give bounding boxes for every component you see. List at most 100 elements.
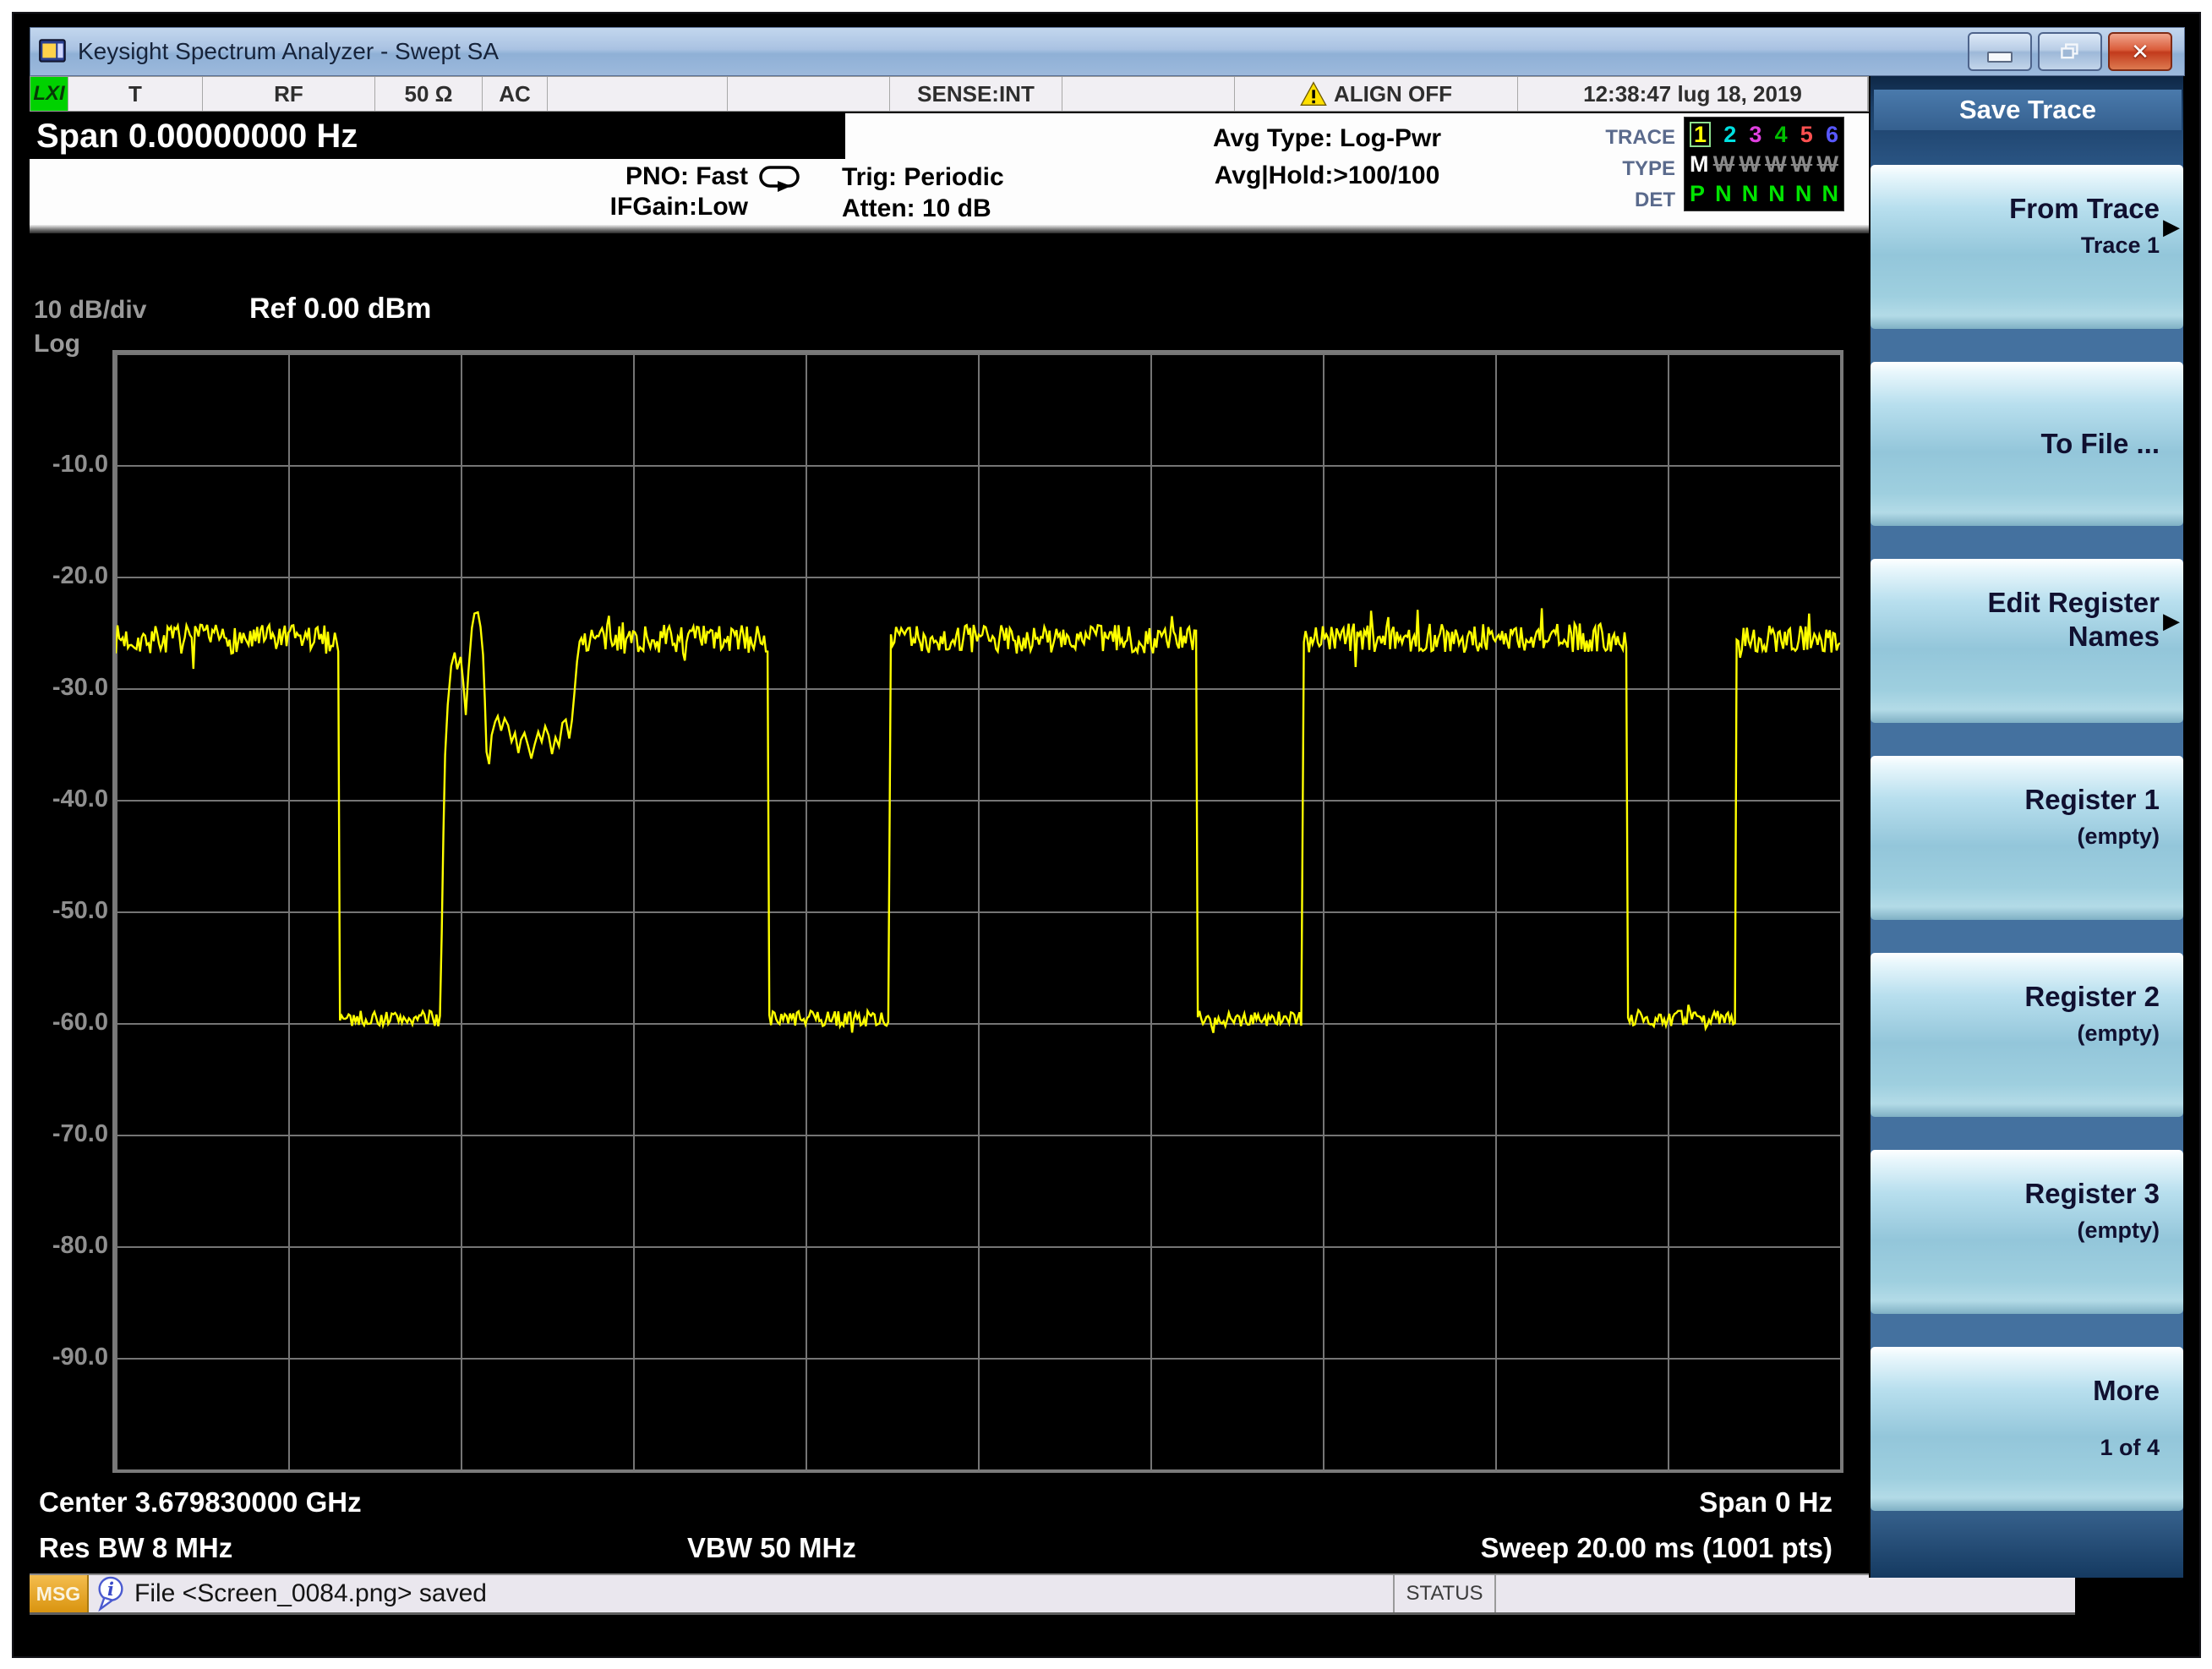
minimize-button[interactable] [1968,32,2032,71]
legend-item-type-w: W [1790,150,1813,177]
softkey-register-1[interactable]: Register 1 (empty) [1871,756,2183,920]
softkey-register-3[interactable]: Register 3 (empty) [1871,1150,2183,1314]
status-cell-t: T [68,77,203,111]
meas-bar-shadow [30,225,1869,233]
trace-legend-box: 123456MWWWWWPNNNNN [1684,117,1844,211]
restore-icon [2061,43,2078,59]
msg-badge: MSG [30,1575,89,1612]
softkey-label: Register 2 [2024,981,2160,1012]
submenu-arrow-icon: ▶ [2163,608,2180,633]
softkey-label: Edit Register [1987,587,2160,618]
restore-button[interactable] [2038,32,2102,71]
status-cell-sense-int: SENSE:INT [890,77,1062,111]
res-bw-label: Res BW 8 MHz [39,1532,233,1563]
softkey-sublabel: Trace 1 [2080,233,2160,258]
avg-block: Avg Type: Log-Pwr Avg|Hold:>100/100 [1150,120,1505,194]
warning-icon [1300,81,1327,106]
continuous-sweep-icon [759,166,800,192]
avg-hold-label: Avg|Hold:>100/100 [1214,161,1440,189]
sweep-label: Sweep 20.00 ms (1001 pts) [1480,1532,1832,1563]
svg-text:i: i [107,1579,114,1600]
legend-item-trace-4: 4 [1774,121,1788,147]
status-cell-ac: AC [483,77,548,111]
avg-type-label: Avg Type: Log-Pwr [1213,124,1441,152]
info-icon: i [98,1576,123,1612]
atten-label: Atten: 10 dB [842,194,991,222]
window-controls: ✕ [1968,32,2184,71]
status-bar: LXI T RF 50 Ω AC SENSE:INT ALIGN OFF 12:38:47 l… [30,76,1869,112]
softkey-sublabel: (empty) [2077,1218,2160,1243]
softkey-sublabel: (empty) [2077,1021,2160,1046]
legend-label-det: DET [1635,189,1675,211]
menu-title: Save Trace [1874,90,2182,130]
scale-label: 10 dB/div [34,296,147,324]
softkey-sublabel: 1 of 4 [2100,1435,2160,1460]
legend-item-det-n: N [1715,181,1732,207]
legend-row-det: PNNNNN [1690,181,1838,206]
vbw-label: VBW 50 MHz [687,1532,856,1563]
legend-item-trace-5: 5 [1800,121,1813,147]
pno-label: PNO: Fast [625,162,748,190]
softkey-label: More [2093,1375,2160,1406]
graticule-plot-area [112,350,1843,1473]
status-cell-12-38-47-lug-18-2019: 12:38:47 lug 18, 2019 [1518,77,1868,111]
ifgain-label: IFGain:Low [609,193,748,221]
legend-item-det-n: N [1794,181,1812,207]
legend-item-type-w: W [1739,150,1761,177]
submenu-arrow-icon: ▶ [2163,214,2180,239]
trace-svg [116,608,1840,1033]
legend-item-type-w: W [1816,150,1838,177]
status-cell-blank [1062,77,1235,111]
close-icon: ✕ [2131,38,2149,64]
trigger-label: Trig: Periodic [842,163,1004,191]
legend-item-det-n: N [1768,181,1785,207]
status-cell-lxi: LXI [30,77,68,111]
legend-label-trace: TRACE [1605,126,1675,149]
status-cell-blank [728,77,890,111]
softkey-register-2[interactable]: Register 2 (empty) [1871,953,2183,1117]
ref-level-label: Ref 0.00 dBm [249,293,432,325]
softkey-menu-panel: Save Trace From Trace Trace 1 ▶ To File ...… [1869,76,2183,1578]
softkey-label: Register 3 [2024,1178,2160,1209]
softkey-label: Register 1 [2024,784,2160,815]
status-cell-50: 50 Ω [375,77,483,111]
softkey-to-file[interactable]: To File ... [1871,362,2183,526]
legend-item-type-w: W [1765,150,1787,177]
pno-ifgain-block: PNO: Fast IFGain:Low [507,161,748,222]
status-cell-rf: RF [203,77,375,111]
softkey-more[interactable]: More 1 of 4 [1871,1347,2183,1511]
trace-legend-labels: TRACE TYPE DET [1555,122,1675,216]
legend-item-trace-2: 2 [1723,121,1737,147]
legend-item-det-n: N [1821,181,1838,207]
legend-row-type: MWWWWW [1690,151,1838,177]
message-text: File <Screen_0084.png> saved [134,1579,487,1607]
softkey-label: From Trace [2009,193,2160,224]
status-cell-align-off: ALIGN OFF [1235,77,1518,111]
status-cell: STATUS [1393,1575,1496,1612]
legend-item-det-p: P [1690,181,1706,207]
trig-atten-block: Trig: Periodic Atten: 10 dB [842,161,1129,224]
legend-item-trace-1: 1 [1690,121,1712,147]
legend-item-det-n: N [1741,181,1759,207]
legend-item-trace-6: 6 [1825,121,1838,147]
softkey-from-trace[interactable]: From Trace Trace 1 ▶ [1871,165,2183,329]
trace-1-polyline [116,608,1840,1033]
softkey-label: Names [2067,621,2160,652]
legend-row-trace: 123456 [1690,121,1838,147]
window-title: Keysight Spectrum Analyzer - Swept SA [78,38,499,64]
app-icon [39,39,66,63]
title-bar: Keysight Spectrum Analyzer - Swept SA ✕ [30,27,2185,76]
close-button[interactable]: ✕ [2108,32,2172,71]
legend-item-type-w: W [1712,150,1735,177]
softkey-label: To File ... [2040,428,2160,459]
legend-item-trace-3: 3 [1749,121,1762,147]
minimize-icon [1987,51,2013,63]
message-bar: MSG i File <Screen_0084.png> saved STATU… [30,1573,2075,1615]
softkey-edit-register-names[interactable]: Edit Register Names ▶ [1871,559,2183,723]
softkey-sublabel: (empty) [2077,824,2160,849]
legend-label-type: TYPE [1622,157,1675,180]
legend-item-type-m: M [1690,150,1709,177]
log-mode-label: Log [34,330,80,358]
center-freq-label: Center 3.679830000 GHz [39,1486,362,1518]
span-readout: Span 0.00000000 Hz [30,113,845,159]
